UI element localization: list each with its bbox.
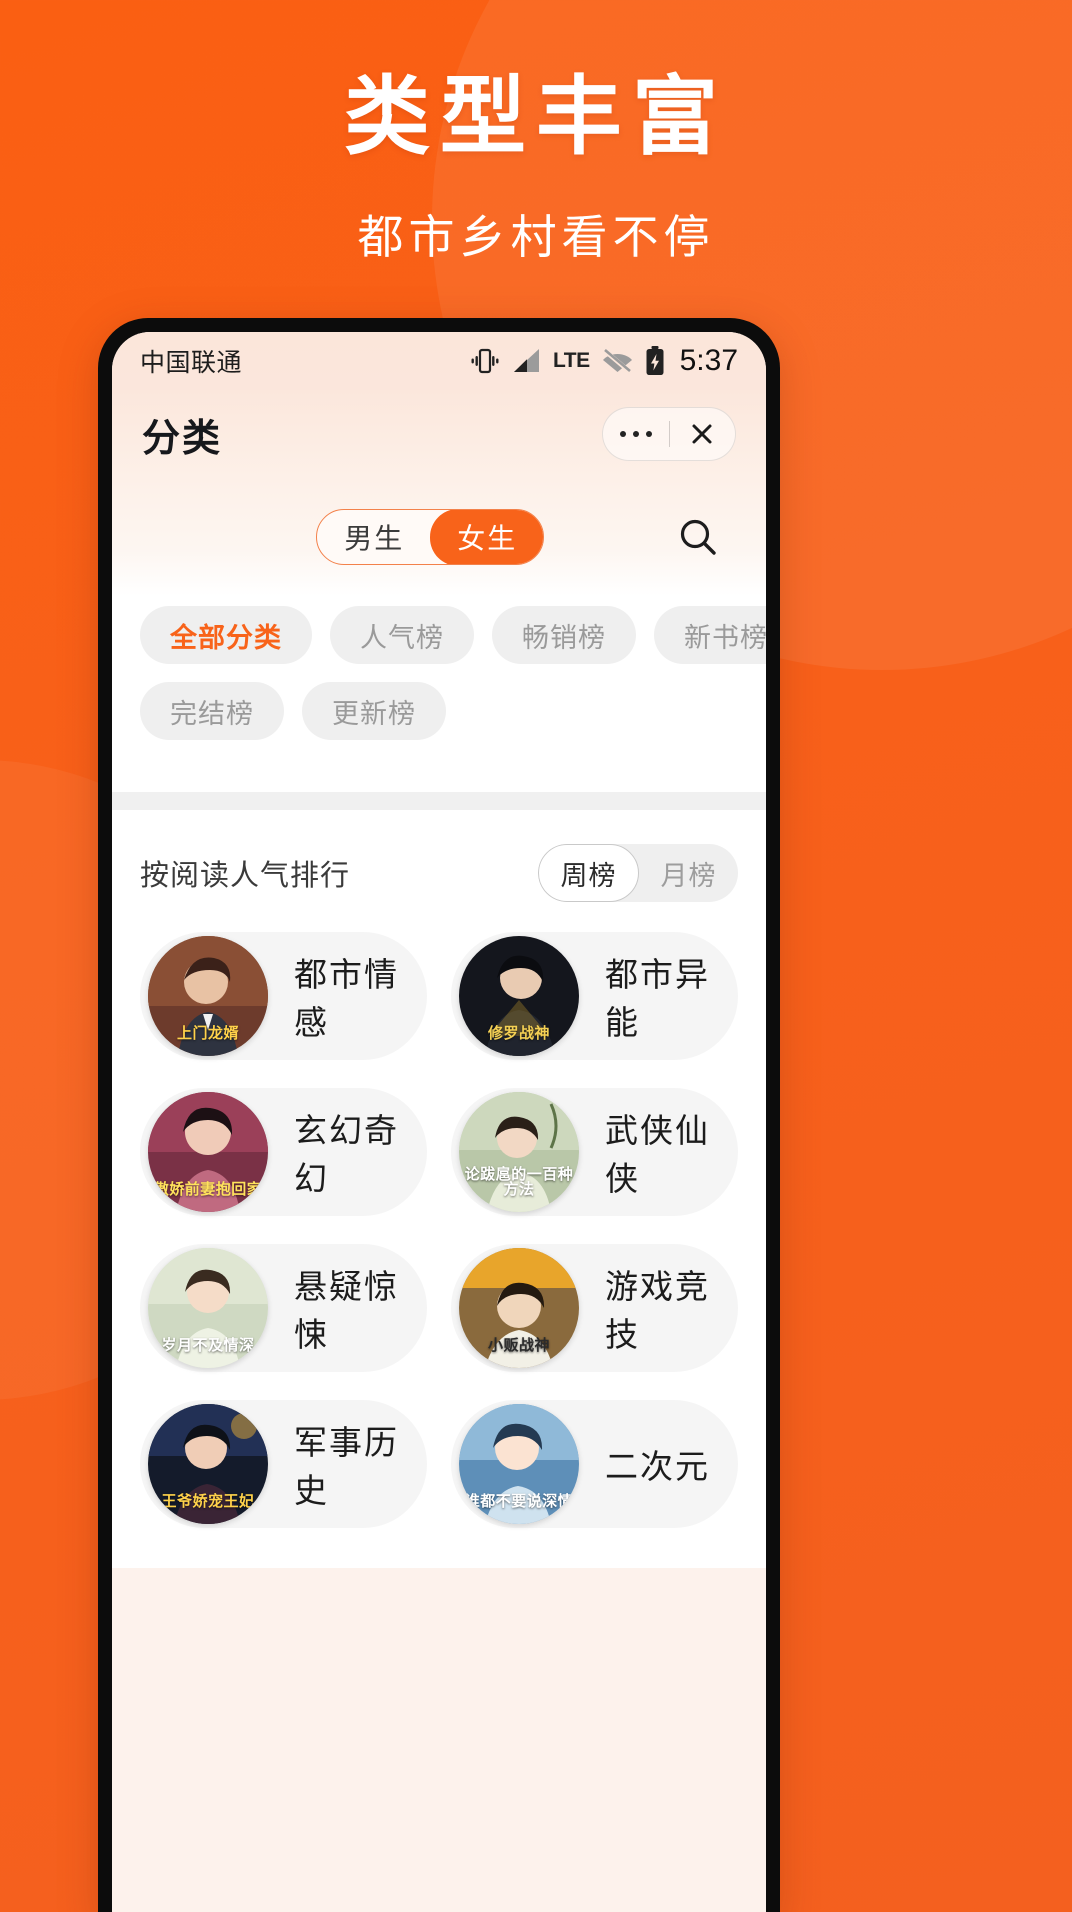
category-label: 军事历史: [294, 1424, 399, 1509]
filter-chips-section: 全部分类 人气榜 畅销榜 新书榜 完结榜 更新榜: [112, 596, 766, 792]
category-label: 都市异能: [605, 956, 710, 1041]
category-card[interactable]: 小贩战神 游戏竞技: [451, 1244, 738, 1372]
network-type-label: LTE: [553, 349, 590, 372]
chip-bestseller-rank[interactable]: 畅销榜: [492, 606, 636, 664]
book-cover-thumbnail: 谁都不要说深情: [459, 1404, 579, 1524]
clock-label: 5:37: [679, 344, 738, 377]
status-bar: 中国联通 LTE 5:37: [112, 332, 766, 390]
more-dots-icon: [619, 431, 652, 437]
ranking-title: 按阅读人气排行: [140, 860, 351, 892]
category-card[interactable]: 王爷娇宠王妃 军事历史: [140, 1400, 427, 1528]
category-card[interactable]: 上门龙婿 都市情感: [140, 932, 427, 1060]
ranking-section: 按阅读人气排行 周榜 月榜 上门龙婿 都市情感 修罗战神 都市异能 傲娇前妻抱回…: [112, 810, 766, 1568]
close-button[interactable]: [670, 408, 736, 460]
search-button[interactable]: [674, 513, 722, 561]
close-icon: [692, 424, 712, 444]
book-cover-thumbnail: 上门龙婿: [148, 936, 268, 1056]
chip-newbook-rank[interactable]: 新书榜: [654, 606, 766, 664]
promo-title: 类型丰富: [344, 69, 728, 165]
miniprogram-capsule: [602, 407, 736, 461]
category-card[interactable]: 谁都不要说深情 二次元: [451, 1400, 738, 1528]
category-card[interactable]: 修罗战神 都市异能: [451, 932, 738, 1060]
book-cover-thumbnail: 岁月不及情深: [148, 1248, 268, 1368]
category-grid: 上门龙婿 都市情感 修罗战神 都市异能 傲娇前妻抱回家 玄幻奇幻 论跋扈的一百种…: [140, 910, 738, 1568]
toggle-weekly[interactable]: 周榜: [538, 844, 639, 902]
book-cover-thumbnail: 论跋扈的一百种方法: [459, 1092, 579, 1212]
chip-completed-rank[interactable]: 完结榜: [140, 682, 284, 740]
gender-tab-female[interactable]: 女生: [430, 510, 543, 564]
signal-icon: [514, 349, 539, 372]
cover-title-text: 小贩战神: [487, 1337, 550, 1355]
book-cover-thumbnail: 修罗战神: [459, 936, 579, 1056]
category-card[interactable]: 论跋扈的一百种方法 武侠仙侠: [451, 1088, 738, 1216]
chip-updated-rank[interactable]: 更新榜: [302, 682, 446, 740]
book-cover-thumbnail: 傲娇前妻抱回家: [148, 1092, 268, 1212]
gender-filter-bar: 男生 女生: [112, 478, 766, 596]
category-label: 玄幻奇幻: [294, 1112, 399, 1197]
search-icon: [680, 519, 716, 555]
ranking-header: 按阅读人气排行 周榜 月榜: [140, 836, 738, 910]
more-menu-button[interactable]: [603, 408, 669, 460]
category-label: 武侠仙侠: [605, 1112, 710, 1197]
gender-segmented-control[interactable]: 男生 女生: [316, 509, 544, 565]
cover-title-text: 傲娇前妻抱回家: [153, 1181, 263, 1199]
book-cover-thumbnail: 王爷娇宠王妃: [148, 1404, 268, 1524]
gender-tab-male[interactable]: 男生: [317, 510, 432, 564]
toggle-monthly[interactable]: 月榜: [639, 844, 738, 902]
status-icons: LTE 5:37: [469, 344, 738, 378]
chip-all-categories[interactable]: 全部分类: [140, 606, 312, 664]
section-divider: [112, 792, 766, 810]
category-label: 悬疑惊悚: [294, 1268, 399, 1353]
battery-charging-icon: [646, 346, 664, 375]
book-cover-thumbnail: 小贩战神: [459, 1248, 579, 1368]
category-label: 都市情感: [294, 956, 399, 1041]
phone-mockup: 中国联通 LTE 5:37 分类 男生 女生 全部分类 人气榜 畅销榜 新书榜 …: [98, 318, 780, 1912]
cover-title-text: 谁都不要说深情: [464, 1493, 574, 1511]
cover-title-text: 论跋扈的一百种方法: [464, 1165, 574, 1199]
phone-screen: 中国联通 LTE 5:37 分类 男生 女生 全部分类 人气榜 畅销榜 新书榜 …: [112, 332, 766, 1912]
carrier-label: 中国联通: [140, 349, 243, 377]
chip-popularity-rank[interactable]: 人气榜: [330, 606, 474, 664]
category-label: 游戏竞技: [605, 1268, 710, 1353]
cover-title-text: 修罗战神: [487, 1025, 550, 1043]
wifi-off-icon: [602, 349, 632, 374]
promo-subtitle: 都市乡村看不停: [357, 210, 715, 263]
category-card[interactable]: 岁月不及情深 悬疑惊悚: [140, 1244, 427, 1372]
cover-title-text: 岁月不及情深: [161, 1337, 255, 1355]
cover-title-text: 上门龙婿: [176, 1025, 239, 1043]
filter-chips-row-2: 完结榜 更新榜: [140, 682, 738, 740]
filter-chips-row-1: 全部分类 人气榜 畅销榜 新书榜: [140, 606, 766, 664]
ranking-period-toggle[interactable]: 周榜 月榜: [538, 844, 738, 902]
category-label: 二次元: [605, 1448, 710, 1485]
promo-banner: 类型丰富 都市乡村看不停: [0, 0, 1072, 267]
cover-title-text: 王爷娇宠王妃: [161, 1493, 255, 1511]
category-card[interactable]: 傲娇前妻抱回家 玄幻奇幻: [140, 1088, 427, 1216]
vibrate-icon: [471, 348, 499, 374]
page-title: 分类: [142, 417, 223, 460]
app-bar: 分类: [112, 390, 766, 478]
